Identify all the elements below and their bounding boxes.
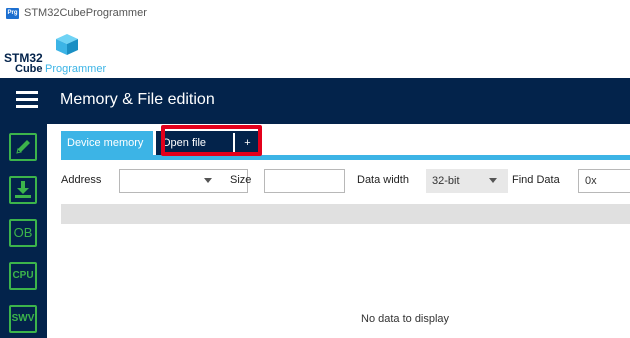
address-dropdown-arrow-icon[interactable] [204, 178, 212, 183]
address-combobox[interactable] [119, 169, 248, 193]
empty-grid-message: No data to display [361, 313, 450, 325]
find-data-input[interactable]: 0x [578, 169, 630, 193]
memory-grid-header [61, 204, 630, 224]
data-width-dropdown-arrow-icon[interactable] [489, 178, 497, 183]
tab-device-memory[interactable]: Device memory [61, 131, 153, 155]
main-content: Device memory Open file + Address Size D… [47, 124, 630, 338]
logo-cube: Cube [15, 63, 43, 75]
sidebar-item-download[interactable] [9, 176, 37, 204]
app-icon: Prg [6, 8, 19, 19]
logo-programmer: Programmer [45, 63, 107, 75]
data-width-label: Data width [357, 174, 409, 186]
sidebar: OB CPU SWV [0, 124, 47, 338]
page-header: Memory & File edition [0, 78, 630, 124]
size-input[interactable] [264, 169, 345, 193]
memory-grid [61, 224, 630, 338]
page-title: Memory & File edition [60, 91, 215, 108]
pencil-icon [16, 140, 30, 154]
add-tab-button[interactable]: + [235, 131, 260, 155]
memory-toolbar: Address Size Data width 32-bit Find Data… [61, 169, 630, 193]
find-data-label: Find Data [512, 174, 560, 186]
sidebar-item-swv[interactable]: SWV [9, 305, 37, 333]
size-label: Size [230, 174, 252, 186]
stm32cubeprogrammer-logo: STM32 Cube Programmer [4, 34, 134, 75]
hamburger-menu-icon[interactable] [16, 91, 38, 109]
tab-open-file[interactable]: Open file [156, 131, 235, 155]
logo-bar: STM32 Cube Programmer [0, 30, 630, 78]
sidebar-item-cpu[interactable]: CPU [9, 262, 37, 290]
cube-logo-icon [56, 34, 78, 55]
sidebar-item-ob[interactable]: OB [9, 219, 37, 247]
address-label: Address [61, 174, 102, 186]
window-title: STM32CubeProgrammer [24, 7, 147, 19]
tab-underline [61, 155, 630, 160]
title-bar: Prg STM32CubeProgrammer [0, 0, 630, 30]
download-icon [15, 181, 31, 198]
sidebar-item-memory-edit[interactable] [9, 133, 37, 161]
